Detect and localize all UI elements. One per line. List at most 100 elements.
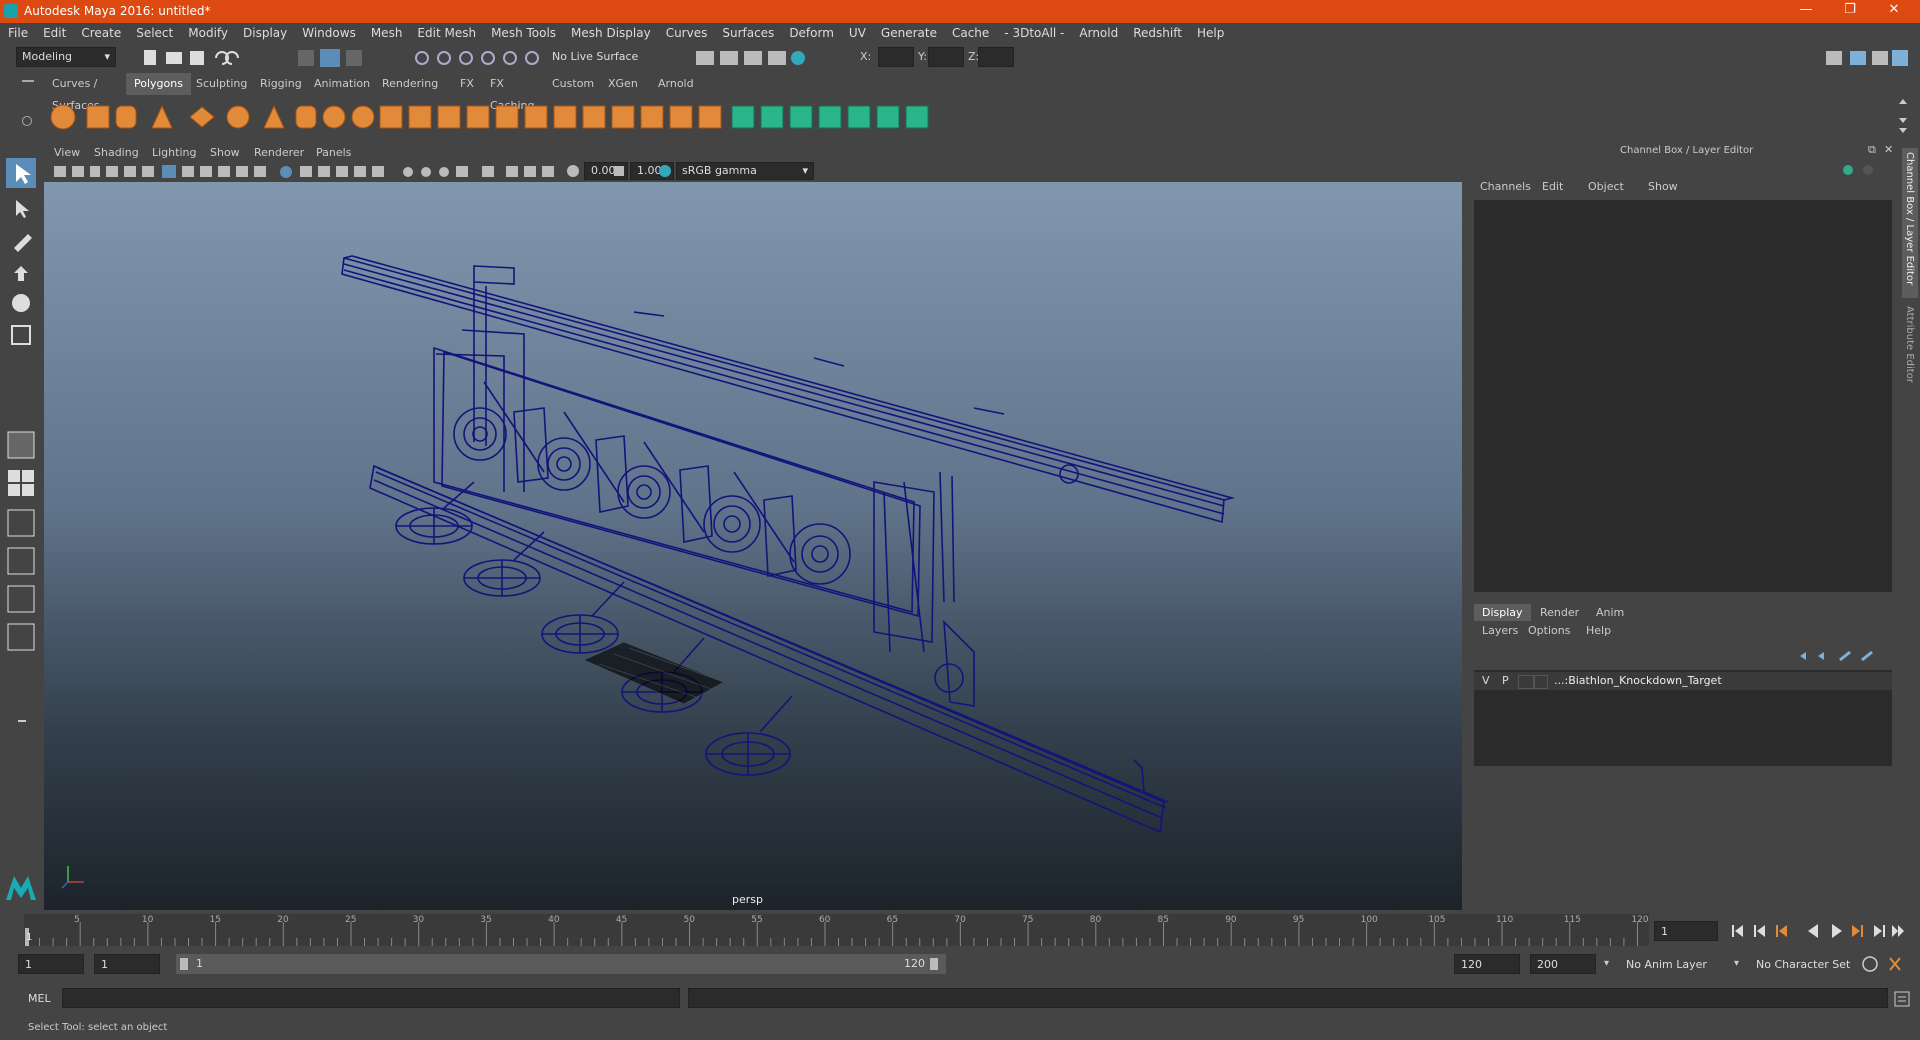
anim-end-field[interactable]: 120 [1454,954,1520,974]
channel-box-menu-show[interactable]: Show [1648,180,1678,193]
shelf-tab-rendering[interactable]: Rendering [374,73,446,95]
menu-deform[interactable]: Deform [789,26,834,40]
mode-selector[interactable]: Modeling ▾ [16,47,116,67]
channel-box-menu-object[interactable]: Object [1588,180,1624,193]
shelf-tab-arnold[interactable]: Arnold [650,73,702,95]
shelf-tab-curves-surfaces[interactable]: Curves / Surfaces [44,73,108,112]
layer-name[interactable]: ...:Biathlon_Knockdown_Target [1554,674,1722,687]
menu-generate[interactable]: Generate [881,26,937,40]
channel-box-menu-edit[interactable]: Edit [1542,180,1563,193]
menu-edit[interactable]: Edit [43,26,66,40]
layer-tab-display[interactable]: Display [1474,604,1531,621]
layer-menu-options[interactable]: Options [1528,624,1570,637]
viewport-menu-shading[interactable]: Shading [94,146,139,159]
anim-start-field[interactable]: 1 [94,954,160,974]
menu-curves[interactable]: Curves [666,26,708,40]
wireframe-model[interactable] [44,182,1462,910]
layer-menu-help[interactable]: Help [1586,624,1611,637]
channel-box-toggle-icons[interactable] [1840,162,1880,178]
live-surface-label[interactable]: No Live Surface [552,50,638,63]
polygon-shelf-icons[interactable] [44,96,1124,138]
float-icon[interactable]: ⧉ [1868,143,1876,157]
layer-tab-anim[interactable]: Anim [1588,604,1632,621]
selection-mode-icons[interactable] [296,47,366,69]
shelf-tab-rigging[interactable]: Rigging [252,73,310,95]
start-time-field[interactable]: 1 [18,954,84,974]
playback-controls[interactable] [1728,920,1908,942]
shelf-menu-icon[interactable] [22,80,34,82]
shelf-tab-polygons[interactable]: Polygons [126,73,191,95]
menu-display[interactable]: Display [243,26,287,40]
workspace-icons[interactable] [1820,47,1910,69]
z-field[interactable] [978,47,1014,67]
auto-key-icons[interactable] [1860,954,1910,974]
anim-layer-dropdown-arrow[interactable]: ▾ [1604,958,1609,969]
character-set-dropdown[interactable]: No Character Set [1756,958,1850,971]
perspective-viewport[interactable]: persp [44,182,1462,910]
viewport-menu-panels[interactable]: Panels [316,146,351,159]
mel-command-input[interactable] [62,988,680,1008]
menu-arnold[interactable]: Arnold [1079,26,1118,40]
side-tab-attribute-editor[interactable]: Attribute Editor [1902,302,1918,402]
menu-mesh-display[interactable]: Mesh Display [571,26,651,40]
layer-type-toggle[interactable] [1518,675,1534,689]
minimize-button[interactable]: — [1786,2,1826,20]
channel-list[interactable] [1474,200,1892,592]
channel-box-menu-channels[interactable]: Channels [1480,180,1531,193]
time-slider[interactable]: 5 10 15 20 25 30 35 40 45 50 55 60 65 70 75 80 85 90 95 100… [24,914,1649,946]
menu-modify[interactable]: Modify [188,26,228,40]
menu-windows[interactable]: Windows [302,26,356,40]
color-space-dropdown[interactable]: sRGB gamma ▾ [676,162,814,180]
menu-select[interactable]: Select [136,26,173,40]
menu-surfaces[interactable]: Surfaces [722,26,774,40]
file-icons[interactable] [140,47,270,69]
layer-menu-layers[interactable]: Layers [1482,624,1518,637]
menu-create[interactable]: Create [81,26,121,40]
render-icons[interactable] [694,47,814,69]
layer-tab-render[interactable]: Render [1532,604,1587,621]
shelf-tab-fx[interactable]: FX [452,73,482,95]
toolbox-collapse-icon[interactable] [18,720,26,722]
menu-help[interactable]: Help [1197,26,1224,40]
menu-mesh-tools[interactable]: Mesh Tools [491,26,556,40]
anim-layer-dropdown[interactable]: No Anim Layer [1626,958,1707,971]
gamma-icon[interactable] [612,164,626,178]
shelf-tab-fx-caching[interactable]: FX Caching [482,73,542,112]
shelf-settings-icon[interactable] [22,116,32,126]
shelf-scroll-arrows[interactable] [1896,96,1910,136]
exposure-icon[interactable] [566,164,580,178]
range-start-handle[interactable] [180,958,188,970]
menu-uv[interactable]: UV [849,26,866,40]
layer-visibility-toggle[interactable]: V [1482,674,1490,687]
current-frame-field[interactable]: 1 [1654,921,1718,941]
layer-action-icons[interactable] [1796,648,1886,664]
side-tab-channel-box[interactable]: Channel Box / Layer Editor [1902,148,1918,298]
mel-label[interactable]: MEL [28,992,51,1005]
viewport-menu-renderer[interactable]: Renderer [254,146,304,159]
snap-icons[interactable] [412,47,542,69]
range-slider[interactable]: 1 120 [176,954,946,974]
shelf-tab-xgen[interactable]: XGen [600,73,646,95]
layout-icons[interactable] [6,430,38,830]
color-management-icon[interactable] [658,164,672,178]
menu-edit-mesh[interactable]: Edit Mesh [417,26,476,40]
range-end-handle[interactable] [930,958,938,970]
panel-close-icon[interactable]: ✕ [1884,143,1893,156]
char-set-dropdown-arrow[interactable]: ▾ [1734,958,1739,969]
menu-mesh[interactable]: Mesh [371,26,403,40]
shelf-tab-custom[interactable]: Custom [544,73,602,95]
maximize-button[interactable]: ❐ [1830,2,1870,20]
layer-color-swatch[interactable] [1534,675,1548,689]
menu-3dtoall[interactable]: - 3DtoAll - [1004,26,1064,40]
viewport-menu-show[interactable]: Show [210,146,240,159]
shelf-tab-animation[interactable]: Animation [306,73,378,95]
script-editor-icon[interactable] [1894,991,1910,1007]
end-time-field[interactable]: 200 [1530,954,1596,974]
shelf-tab-sculpting[interactable]: Sculpting [188,73,255,95]
menu-cache[interactable]: Cache [952,26,989,40]
menu-file[interactable]: File [8,26,28,40]
menu-redshift[interactable]: Redshift [1133,26,1182,40]
viewport-menu-view[interactable]: View [54,146,80,159]
layer-row[interactable]: V P ...:Biathlon_Knockdown_Target [1474,672,1892,690]
x-field[interactable] [878,47,914,67]
